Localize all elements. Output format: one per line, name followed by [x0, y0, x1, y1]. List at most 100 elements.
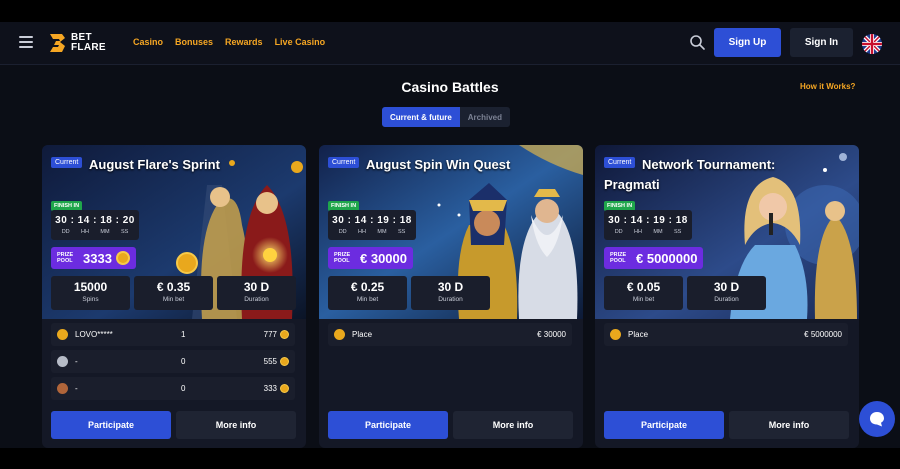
timer-unit: DD — [614, 229, 623, 235]
nav-casino[interactable]: Casino — [133, 37, 163, 47]
row-prize: 555 — [263, 357, 289, 367]
coin-icon — [280, 330, 289, 340]
prize-pool-value: € 30000 — [360, 250, 407, 266]
stat-duration: 30 D Duration — [687, 276, 766, 310]
prize-pool-label: PRIZE POOL — [610, 252, 627, 264]
stat-value: € 0.05 — [626, 280, 661, 294]
prize-pool: PRIZE POOL 3333 — [51, 247, 136, 269]
card-stats: € 0.25 Min bet 30 D Duration — [328, 276, 490, 310]
place-label: Place — [628, 330, 649, 339]
window-frame-bottom — [0, 448, 900, 469]
stat-value: 30 D — [437, 280, 464, 294]
stat-value: € 0.35 — [156, 280, 191, 294]
timer-unit: SS — [120, 229, 129, 235]
timer-value: 30 : 14 : 19 : 18 — [608, 215, 688, 226]
timer-unit: DD — [61, 229, 70, 235]
tab-current-future[interactable]: Current & future — [382, 107, 460, 127]
timer-unit: HH — [81, 229, 89, 235]
nav-live-casino[interactable]: Live Casino — [275, 37, 326, 47]
prize-pool: PRIZE POOL € 30000 — [328, 247, 413, 269]
timer-unit: HH — [358, 229, 366, 235]
stat-label: Spins — [82, 296, 99, 303]
menu-icon[interactable] — [19, 36, 33, 48]
row-prize-value: € 30000 — [537, 330, 566, 339]
how-it-works-link[interactable]: How it Works? — [800, 82, 855, 91]
chat-button[interactable] — [859, 401, 895, 437]
card-title-text: Network Tournament: Pragmati — [604, 157, 776, 192]
battle-card: Current August Flare's Sprint FINISH IN … — [42, 145, 306, 448]
player-name: - — [75, 384, 78, 393]
leaderboard-row: Place € 5000000 — [604, 323, 848, 346]
signin-button[interactable]: Sign In — [790, 28, 853, 57]
card-stats: € 0.05 Min bet 30 D Duration — [604, 276, 766, 310]
uk-flag-icon[interactable] — [862, 34, 882, 54]
more-info-button[interactable]: More info — [729, 411, 849, 439]
leaderboard-row: LOVO***** 1 777 — [51, 323, 295, 346]
timer-unit: DD — [338, 229, 347, 235]
tab-archived[interactable]: Archived — [460, 107, 510, 127]
gold-medal-icon — [610, 329, 621, 340]
timer-unit: MM — [653, 229, 663, 235]
prize-pool-value: 3333 — [83, 250, 112, 266]
stat-min-bet: € 0.25 Min bet — [328, 276, 407, 310]
row-prize-value: 777 — [263, 330, 277, 339]
player-score: 1 — [181, 330, 186, 339]
logo-line2: FLARE — [71, 42, 106, 53]
timer-unit: HH — [634, 229, 642, 235]
card-title: August Spin Win Quest — [328, 155, 558, 175]
battle-card: Current August Spin Win Quest FINISH IN … — [319, 145, 583, 448]
card-stats: 15000 Spins € 0.35 Min bet 30 D Duration — [51, 276, 296, 310]
gold-medal-icon — [57, 329, 68, 340]
stat-label: Duration — [714, 296, 739, 303]
participate-button[interactable]: Participate — [328, 411, 448, 439]
search-icon[interactable] — [689, 34, 706, 51]
nav-bonuses[interactable]: Bonuses — [175, 37, 213, 47]
row-prize-value: 333 — [263, 384, 277, 393]
card-title: August Flare's Sprint — [51, 155, 281, 175]
coin-icon — [115, 251, 130, 265]
stat-value: 30 D — [243, 280, 270, 294]
player-name: LOVO***** — [75, 330, 113, 339]
stat-label: Duration — [438, 296, 463, 303]
logo[interactable]: BET FLARE — [48, 31, 106, 55]
player-name: - — [75, 357, 78, 366]
participate-button[interactable]: Participate — [604, 411, 724, 439]
stat-value: € 0.25 — [350, 280, 385, 294]
logo-icon — [50, 34, 65, 52]
player-score: 0 — [181, 384, 186, 393]
player-score: 0 — [181, 357, 186, 366]
timer-value: 30 : 14 : 18 : 20 — [55, 215, 135, 226]
row-prize-value: € 5000000 — [804, 330, 842, 339]
prize-pool-label: PRIZE POOL — [334, 252, 351, 264]
leaderboard: LOVO***** 1 777 - 0 555 - 0 333 — [51, 323, 295, 404]
chat-bubble-icon — [870, 412, 884, 427]
leaderboard-row: Place € 30000 — [328, 323, 572, 346]
countdown-timer: 30 : 14 : 18 : 20 DD HH MM SS — [51, 210, 139, 240]
header: BET FLARE Casino Bonuses Rewards Live Ca… — [0, 22, 900, 65]
main-nav: Casino Bonuses Rewards Live Casino — [133, 37, 325, 47]
battle-tabs: Current & future Archived — [382, 107, 511, 127]
nav-rewards[interactable]: Rewards — [225, 37, 263, 47]
stat-label: Min bet — [162, 296, 185, 303]
signup-button[interactable]: Sign Up — [714, 28, 781, 57]
stat-min-bet: € 0.35 Min bet — [134, 276, 213, 310]
leaderboard-row: - 0 555 — [51, 350, 295, 373]
timer-unit: MM — [377, 229, 387, 235]
prize-pool: PRIZE POOL € 5000000 — [604, 247, 704, 269]
row-prize-value: 555 — [263, 357, 277, 366]
card-title: Network Tournament: Pragmati — [604, 155, 834, 195]
stat-min-bet: € 0.05 Min bet — [604, 276, 683, 310]
row-prize: 333 — [263, 384, 289, 394]
coin-icon — [280, 384, 289, 394]
more-info-button[interactable]: More info — [176, 411, 296, 439]
row-prize: 777 — [263, 330, 289, 340]
stat-label: Min bet — [632, 296, 655, 303]
leaderboard: Place € 30000 — [328, 323, 572, 350]
more-info-button[interactable]: More info — [453, 411, 573, 439]
leaderboard-row: - 0 333 — [51, 377, 295, 400]
timer-units: DD HH MM SS — [51, 229, 139, 235]
gold-medal-icon — [334, 329, 345, 340]
place-label: Place — [352, 330, 373, 339]
participate-button[interactable]: Participate — [51, 411, 171, 439]
coin-icon — [280, 357, 289, 367]
